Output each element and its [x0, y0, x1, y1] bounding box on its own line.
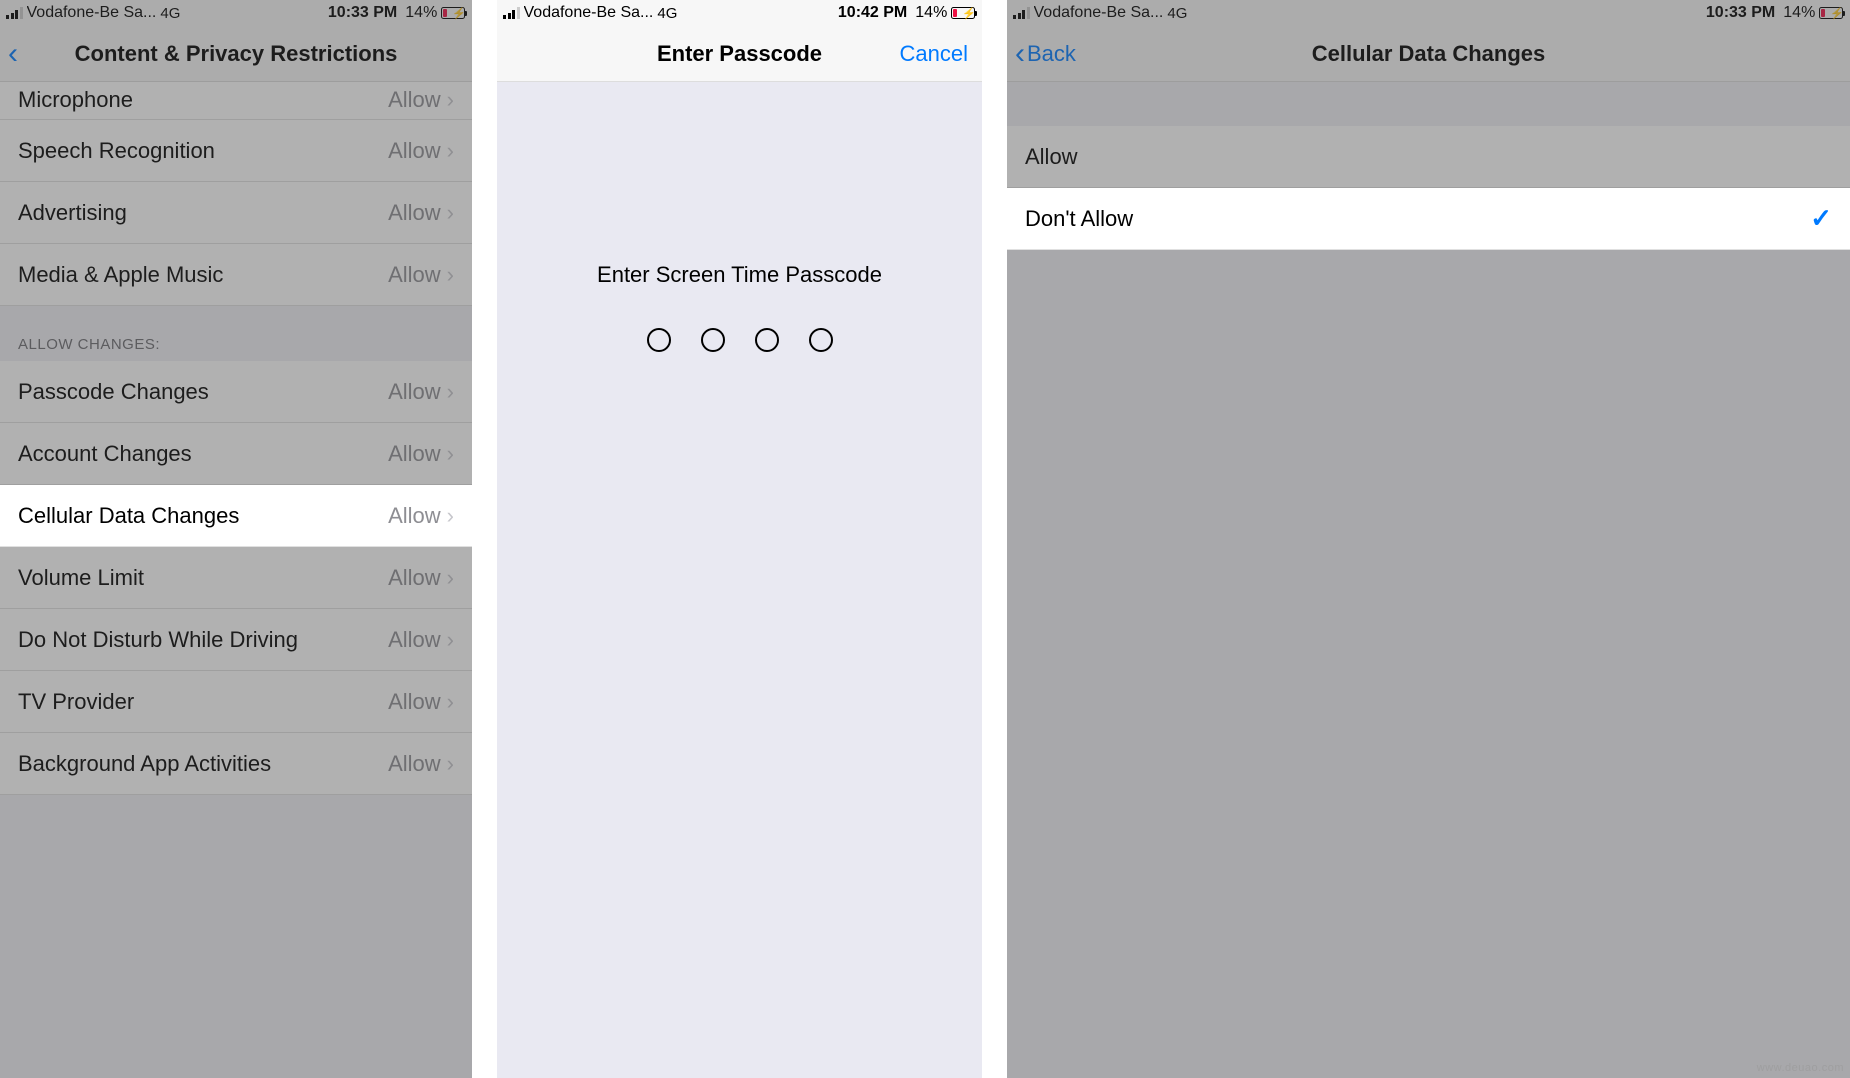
- charging-icon: ⚡: [962, 7, 976, 20]
- screen-cellular-data-changes: Vodafone-Be Sa... 4G 10:33 PM 14% ⚡ ‹ Ba…: [1007, 0, 1850, 1078]
- content-area: Allow Don't Allow ✓: [1007, 82, 1850, 1078]
- page-title: Enter Passcode: [657, 41, 822, 67]
- page-title: Cellular Data Changes: [1312, 41, 1546, 67]
- row-cellular-data-changes[interactable]: Cellular Data Changes Allow›: [0, 485, 472, 547]
- back-button[interactable]: ‹ Back: [1015, 39, 1076, 69]
- signal-icon: [503, 7, 520, 19]
- carrier-label: Vodafone-Be Sa...: [1034, 4, 1164, 22]
- nav-bar: Enter Passcode Cancel: [497, 26, 982, 82]
- battery-percent: 14%: [915, 4, 947, 22]
- chevron-right-icon: ›: [447, 627, 454, 653]
- carrier-label: Vodafone-Be Sa...: [524, 4, 654, 22]
- chevron-right-icon: ›: [447, 503, 454, 529]
- passcode-dot: [647, 328, 671, 352]
- signal-icon: [1013, 7, 1030, 19]
- clock: 10:33 PM: [1698, 4, 1783, 22]
- chevron-right-icon: ›: [447, 565, 454, 591]
- chevron-left-icon: ‹: [8, 39, 20, 69]
- row-advertising[interactable]: Advertising Allow›: [0, 182, 472, 244]
- row-microphone[interactable]: Microphone Allow›: [0, 82, 472, 120]
- battery-percent: 14%: [405, 4, 437, 22]
- row-media-apple-music[interactable]: Media & Apple Music Allow›: [0, 244, 472, 306]
- charging-icon: ⚡: [1830, 7, 1844, 20]
- row-account-changes[interactable]: Account Changes Allow›: [0, 423, 472, 485]
- nav-bar: ‹ Content & Privacy Restrictions: [0, 26, 472, 82]
- row-tv-provider[interactable]: TV Provider Allow›: [0, 671, 472, 733]
- chevron-right-icon: ›: [447, 689, 454, 715]
- passcode-dot: [755, 328, 779, 352]
- row-passcode-changes[interactable]: Passcode Changes Allow›: [0, 361, 472, 423]
- network-type: 4G: [160, 5, 180, 22]
- chevron-right-icon: ›: [447, 262, 454, 288]
- row-background-app-activities[interactable]: Background App Activities Allow›: [0, 733, 472, 795]
- chevron-right-icon: ›: [447, 87, 454, 113]
- passcode-dot: [701, 328, 725, 352]
- status-bar: Vodafone-Be Sa... 4G 10:33 PM 14% ⚡: [1007, 0, 1850, 26]
- network-type: 4G: [1167, 5, 1187, 22]
- option-allow[interactable]: Allow: [1007, 126, 1850, 188]
- chevron-right-icon: ›: [447, 379, 454, 405]
- section-header-allow-changes: ALLOW CHANGES:: [0, 306, 472, 361]
- option-dont-allow[interactable]: Don't Allow ✓: [1007, 188, 1850, 250]
- nav-bar: ‹ Back Cellular Data Changes: [1007, 26, 1850, 82]
- signal-icon: [6, 7, 23, 19]
- back-label: Back: [1027, 41, 1076, 67]
- content-area: Enter Screen Time Passcode: [497, 82, 982, 1078]
- chevron-left-icon: ‹: [1015, 39, 1027, 69]
- charging-icon: ⚡: [452, 7, 466, 20]
- content-area: Microphone Allow› Speech Recognition All…: [0, 82, 472, 1078]
- passcode-dot: [809, 328, 833, 352]
- screen-passcode: Vodafone-Be Sa... 4G 10:42 PM 14% ⚡ Ente…: [497, 0, 982, 1078]
- clock: 10:42 PM: [830, 4, 915, 22]
- carrier-label: Vodafone-Be Sa...: [27, 4, 157, 22]
- watermark: www.deuao.com: [1757, 1062, 1844, 1074]
- back-button[interactable]: ‹: [8, 39, 20, 69]
- passcode-prompt: Enter Screen Time Passcode: [497, 262, 982, 288]
- row-dnd-while-driving[interactable]: Do Not Disturb While Driving Allow›: [0, 609, 472, 671]
- row-volume-limit[interactable]: Volume Limit Allow›: [0, 547, 472, 609]
- chevron-right-icon: ›: [447, 138, 454, 164]
- status-bar: Vodafone-Be Sa... 4G 10:42 PM 14% ⚡: [497, 0, 982, 26]
- screen-restrictions: Vodafone-Be Sa... 4G 10:33 PM 14% ⚡ ‹ Co…: [0, 0, 472, 1078]
- network-type: 4G: [657, 5, 677, 22]
- page-title: Content & Privacy Restrictions: [75, 41, 398, 67]
- cancel-button[interactable]: Cancel: [900, 41, 968, 67]
- passcode-dots[interactable]: [497, 328, 982, 352]
- chevron-right-icon: ›: [447, 751, 454, 777]
- clock: 10:33 PM: [320, 4, 405, 22]
- row-speech-recognition[interactable]: Speech Recognition Allow›: [0, 120, 472, 182]
- chevron-right-icon: ›: [447, 200, 454, 226]
- battery-percent: 14%: [1783, 4, 1815, 22]
- checkmark-icon: ✓: [1810, 203, 1832, 234]
- status-bar: Vodafone-Be Sa... 4G 10:33 PM 14% ⚡: [0, 0, 472, 26]
- chevron-right-icon: ›: [447, 441, 454, 467]
